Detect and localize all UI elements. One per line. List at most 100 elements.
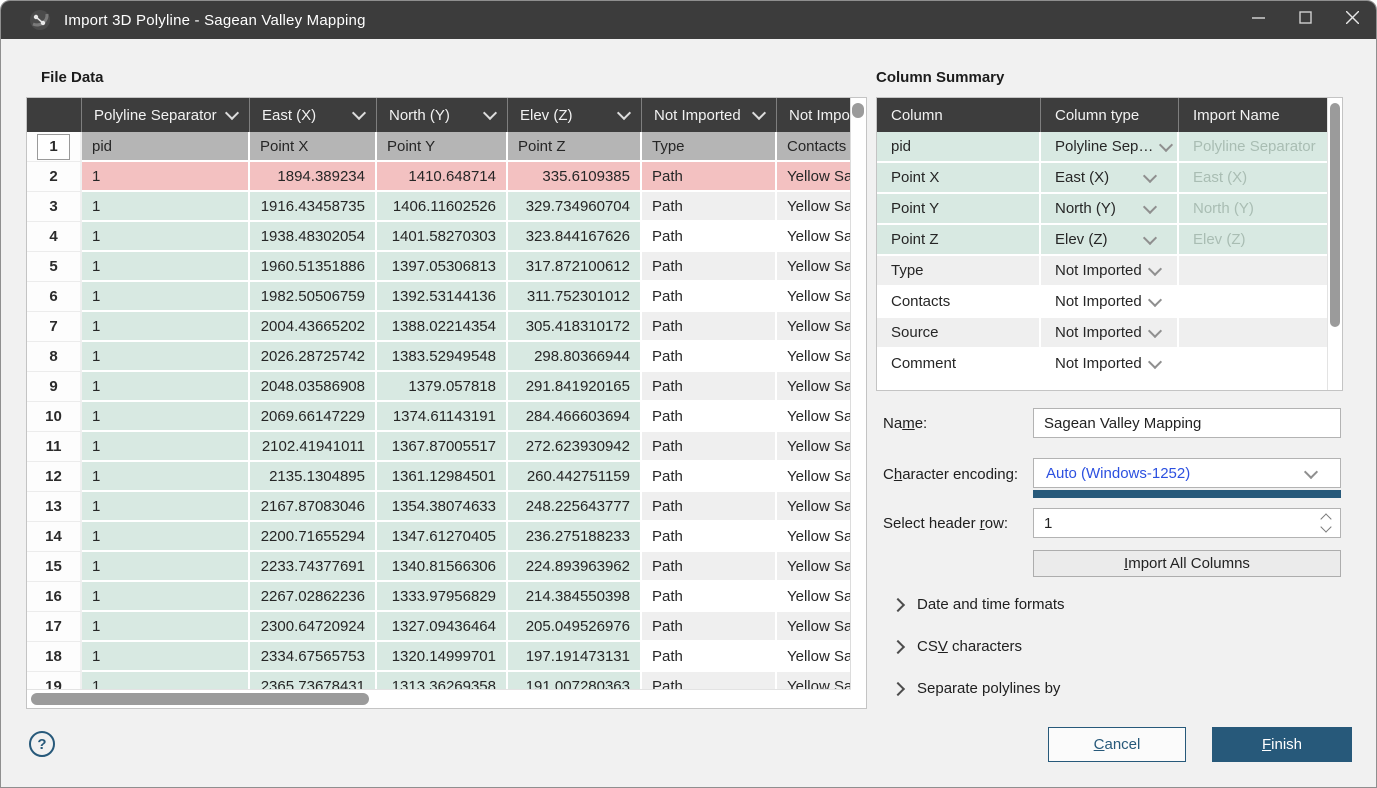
- file-cell[interactable]: 1340.81566306: [377, 552, 508, 582]
- file-cell[interactable]: 260.442751159: [508, 462, 642, 492]
- file-cell[interactable]: 1960.51351886: [250, 252, 377, 282]
- file-cell[interactable]: Path: [642, 312, 777, 342]
- name-input[interactable]: [1033, 408, 1341, 438]
- column-type-dropdown[interactable]: Not Imported: [1041, 287, 1179, 318]
- section-date-time-formats[interactable]: Date and time formats: [893, 596, 1065, 613]
- row-number-cell[interactable]: 1: [27, 132, 82, 162]
- import-all-columns-button[interactable]: Import All Columns: [1033, 550, 1341, 577]
- column-type-dropdown[interactable]: Elev (Z): [1041, 225, 1179, 256]
- file-cell[interactable]: 1: [82, 582, 250, 612]
- file-cell[interactable]: 2102.41941011: [250, 432, 377, 462]
- chevron-down-icon[interactable]: [1159, 138, 1173, 152]
- file-cell[interactable]: Yellow Sa: [777, 222, 853, 252]
- row-number-cell[interactable]: 18: [27, 642, 82, 672]
- row-number-cell[interactable]: 15: [27, 552, 82, 582]
- file-cell[interactable]: 1: [82, 222, 250, 252]
- file-cell[interactable]: 1982.50506759: [250, 282, 377, 312]
- file-cell[interactable]: 1374.61143191: [377, 402, 508, 432]
- file-cell[interactable]: Path: [642, 462, 777, 492]
- section-csv-characters[interactable]: CSV characters: [893, 638, 1022, 655]
- character-encoding-dropdown[interactable]: Auto (Windows-1252): [1033, 458, 1341, 488]
- chevron-down-icon[interactable]: [1143, 231, 1157, 245]
- file-cell[interactable]: 1410.648714: [377, 162, 508, 192]
- chevron-down-icon[interactable]: [617, 106, 631, 120]
- file-cell[interactable]: 1354.38074633: [377, 492, 508, 522]
- header-row-number-box[interactable]: 1: [37, 134, 70, 160]
- column-type-dropdown[interactable]: Polyline Sep…: [1041, 132, 1179, 163]
- file-cell[interactable]: 1388.02214354: [377, 312, 508, 342]
- chevron-down-icon[interactable]: [1148, 324, 1162, 338]
- file-cell[interactable]: Yellow Sa: [777, 612, 853, 642]
- file-cell[interactable]: 1361.12984501: [377, 462, 508, 492]
- chevron-down-icon[interactable]: [483, 106, 497, 120]
- file-cell[interactable]: 1: [82, 282, 250, 312]
- horizontal-scrollbar[interactable]: [27, 689, 851, 708]
- header-row-spinner[interactable]: 1: [1033, 508, 1341, 538]
- chevron-down-icon[interactable]: [1148, 293, 1162, 307]
- file-cell[interactable]: Yellow Sa: [777, 642, 853, 672]
- file-cell[interactable]: Yellow Sa: [777, 282, 853, 312]
- file-cell[interactable]: 1938.48302054: [250, 222, 377, 252]
- file-cell[interactable]: 1: [82, 162, 250, 192]
- row-number-cell[interactable]: 10: [27, 402, 82, 432]
- chevron-down-icon[interactable]: [225, 106, 239, 120]
- file-cell[interactable]: 2334.67565753: [250, 642, 377, 672]
- file-cell[interactable]: 1379.057818: [377, 372, 508, 402]
- file-cell[interactable]: 2135.1304895: [250, 462, 377, 492]
- row-number-cell[interactable]: 16: [27, 582, 82, 612]
- file-cell[interactable]: Path: [642, 522, 777, 552]
- row-number-cell[interactable]: 11: [27, 432, 82, 462]
- file-cell[interactable]: Yellow Sa: [777, 312, 853, 342]
- file-cell[interactable]: 1: [82, 342, 250, 372]
- file-cell[interactable]: Path: [642, 372, 777, 402]
- row-number-cell[interactable]: 17: [27, 612, 82, 642]
- row-number-cell[interactable]: 3: [27, 192, 82, 222]
- finish-button[interactable]: Finish: [1212, 727, 1352, 762]
- file-cell[interactable]: Point Y: [377, 132, 508, 162]
- file-column-header[interactable]: Polyline Separator: [82, 98, 250, 132]
- file-cell[interactable]: 2069.66147229: [250, 402, 377, 432]
- vertical-scrollbar[interactable]: [850, 98, 866, 690]
- file-cell[interactable]: Yellow Sa: [777, 492, 853, 522]
- file-cell[interactable]: Path: [642, 432, 777, 462]
- file-cell[interactable]: 1894.389234: [250, 162, 377, 192]
- file-column-header[interactable]: Not Imported: [777, 98, 853, 132]
- column-type-dropdown[interactable]: North (Y): [1041, 194, 1179, 225]
- file-cell[interactable]: 1: [82, 612, 250, 642]
- file-column-header[interactable]: Elev (Z): [508, 98, 642, 132]
- maximize-button[interactable]: [1282, 1, 1329, 39]
- file-cell[interactable]: 311.752301012: [508, 282, 642, 312]
- file-cell[interactable]: 1: [82, 462, 250, 492]
- close-button[interactable]: [1329, 1, 1376, 39]
- file-cell[interactable]: 1: [82, 522, 250, 552]
- row-number-cell[interactable]: 14: [27, 522, 82, 552]
- file-cell[interactable]: Point Z: [508, 132, 642, 162]
- file-cell[interactable]: 305.418310172: [508, 312, 642, 342]
- file-cell[interactable]: 1: [82, 432, 250, 462]
- file-cell[interactable]: Path: [642, 222, 777, 252]
- chevron-down-icon[interactable]: [1143, 200, 1157, 214]
- file-cell[interactable]: Path: [642, 162, 777, 192]
- file-cell[interactable]: 1: [82, 372, 250, 402]
- file-cell[interactable]: 291.841920165: [508, 372, 642, 402]
- file-cell[interactable]: Yellow Sa: [777, 372, 853, 402]
- file-cell[interactable]: Path: [642, 582, 777, 612]
- file-cell[interactable]: 323.844167626: [508, 222, 642, 252]
- file-cell[interactable]: 1: [82, 492, 250, 522]
- file-cell[interactable]: Yellow Sa: [777, 252, 853, 282]
- file-cell[interactable]: 317.872100612: [508, 252, 642, 282]
- file-cell[interactable]: 1916.43458735: [250, 192, 377, 222]
- spinner-buttons[interactable]: [1322, 515, 1330, 531]
- file-cell[interactable]: 1: [82, 402, 250, 432]
- file-cell[interactable]: 284.466603694: [508, 402, 642, 432]
- file-cell[interactable]: Yellow Sa: [777, 162, 853, 192]
- file-cell[interactable]: Yellow Sa: [777, 402, 853, 432]
- file-cell[interactable]: 2004.43665202: [250, 312, 377, 342]
- column-type-dropdown[interactable]: East (X): [1041, 163, 1179, 194]
- row-number-cell[interactable]: 7: [27, 312, 82, 342]
- file-cell[interactable]: Path: [642, 642, 777, 672]
- chevron-down-icon[interactable]: [352, 106, 366, 120]
- file-cell[interactable]: Point X: [250, 132, 377, 162]
- row-number-cell[interactable]: 6: [27, 282, 82, 312]
- file-cell[interactable]: Yellow Sa: [777, 342, 853, 372]
